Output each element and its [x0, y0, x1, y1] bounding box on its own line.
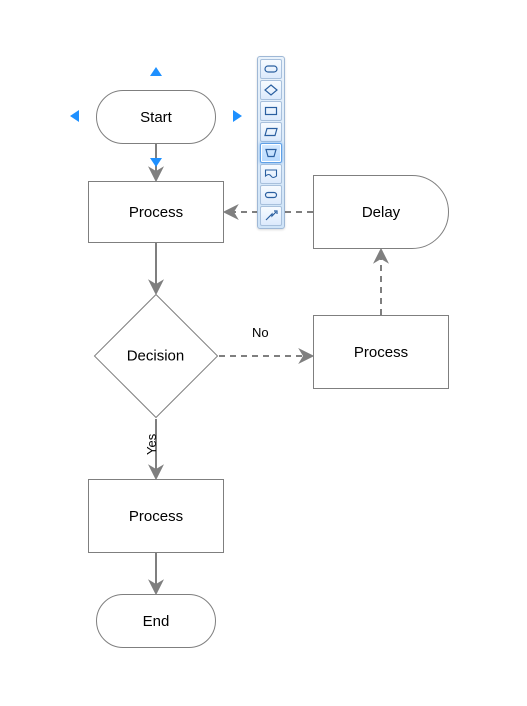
- decision-tool[interactable]: [260, 80, 282, 100]
- node-decision[interactable]: Decision: [94, 294, 218, 418]
- edge-label-no: No: [252, 325, 269, 340]
- node-process3[interactable]: Process: [88, 479, 224, 553]
- node-delay-label: Delay: [362, 204, 400, 221]
- selection-handle-right[interactable]: [233, 110, 242, 122]
- shape-palette[interactable]: [257, 56, 285, 229]
- node-process2[interactable]: Process: [313, 315, 449, 389]
- connector-tool[interactable]: [260, 206, 282, 226]
- data-tool[interactable]: [260, 122, 282, 142]
- node-process3-label: Process: [129, 508, 183, 525]
- flowchart-canvas[interactable]: { "nodes": { "start": { "label": "Start"…: [0, 0, 527, 706]
- selection-handle-top[interactable]: [150, 67, 162, 76]
- process-tool[interactable]: [260, 101, 282, 121]
- display-tool[interactable]: [260, 143, 282, 163]
- terminator-tool[interactable]: [260, 59, 282, 79]
- edge-label-yes: Yes: [144, 434, 159, 455]
- node-end[interactable]: End: [96, 594, 216, 648]
- selection-handle-left[interactable]: [70, 110, 79, 122]
- capsule-tool[interactable]: [260, 185, 282, 205]
- node-start[interactable]: Start: [96, 90, 216, 144]
- node-process1[interactable]: Process: [88, 181, 224, 243]
- node-decision-label: Decision: [127, 348, 185, 365]
- node-delay[interactable]: Delay: [313, 175, 449, 249]
- node-start-label: Start: [140, 109, 172, 126]
- node-end-label: End: [143, 613, 170, 630]
- node-process1-label: Process: [129, 204, 183, 221]
- node-process2-label: Process: [354, 344, 408, 361]
- document-tool[interactable]: [260, 164, 282, 184]
- selection-handle-bottom[interactable]: [150, 158, 162, 167]
